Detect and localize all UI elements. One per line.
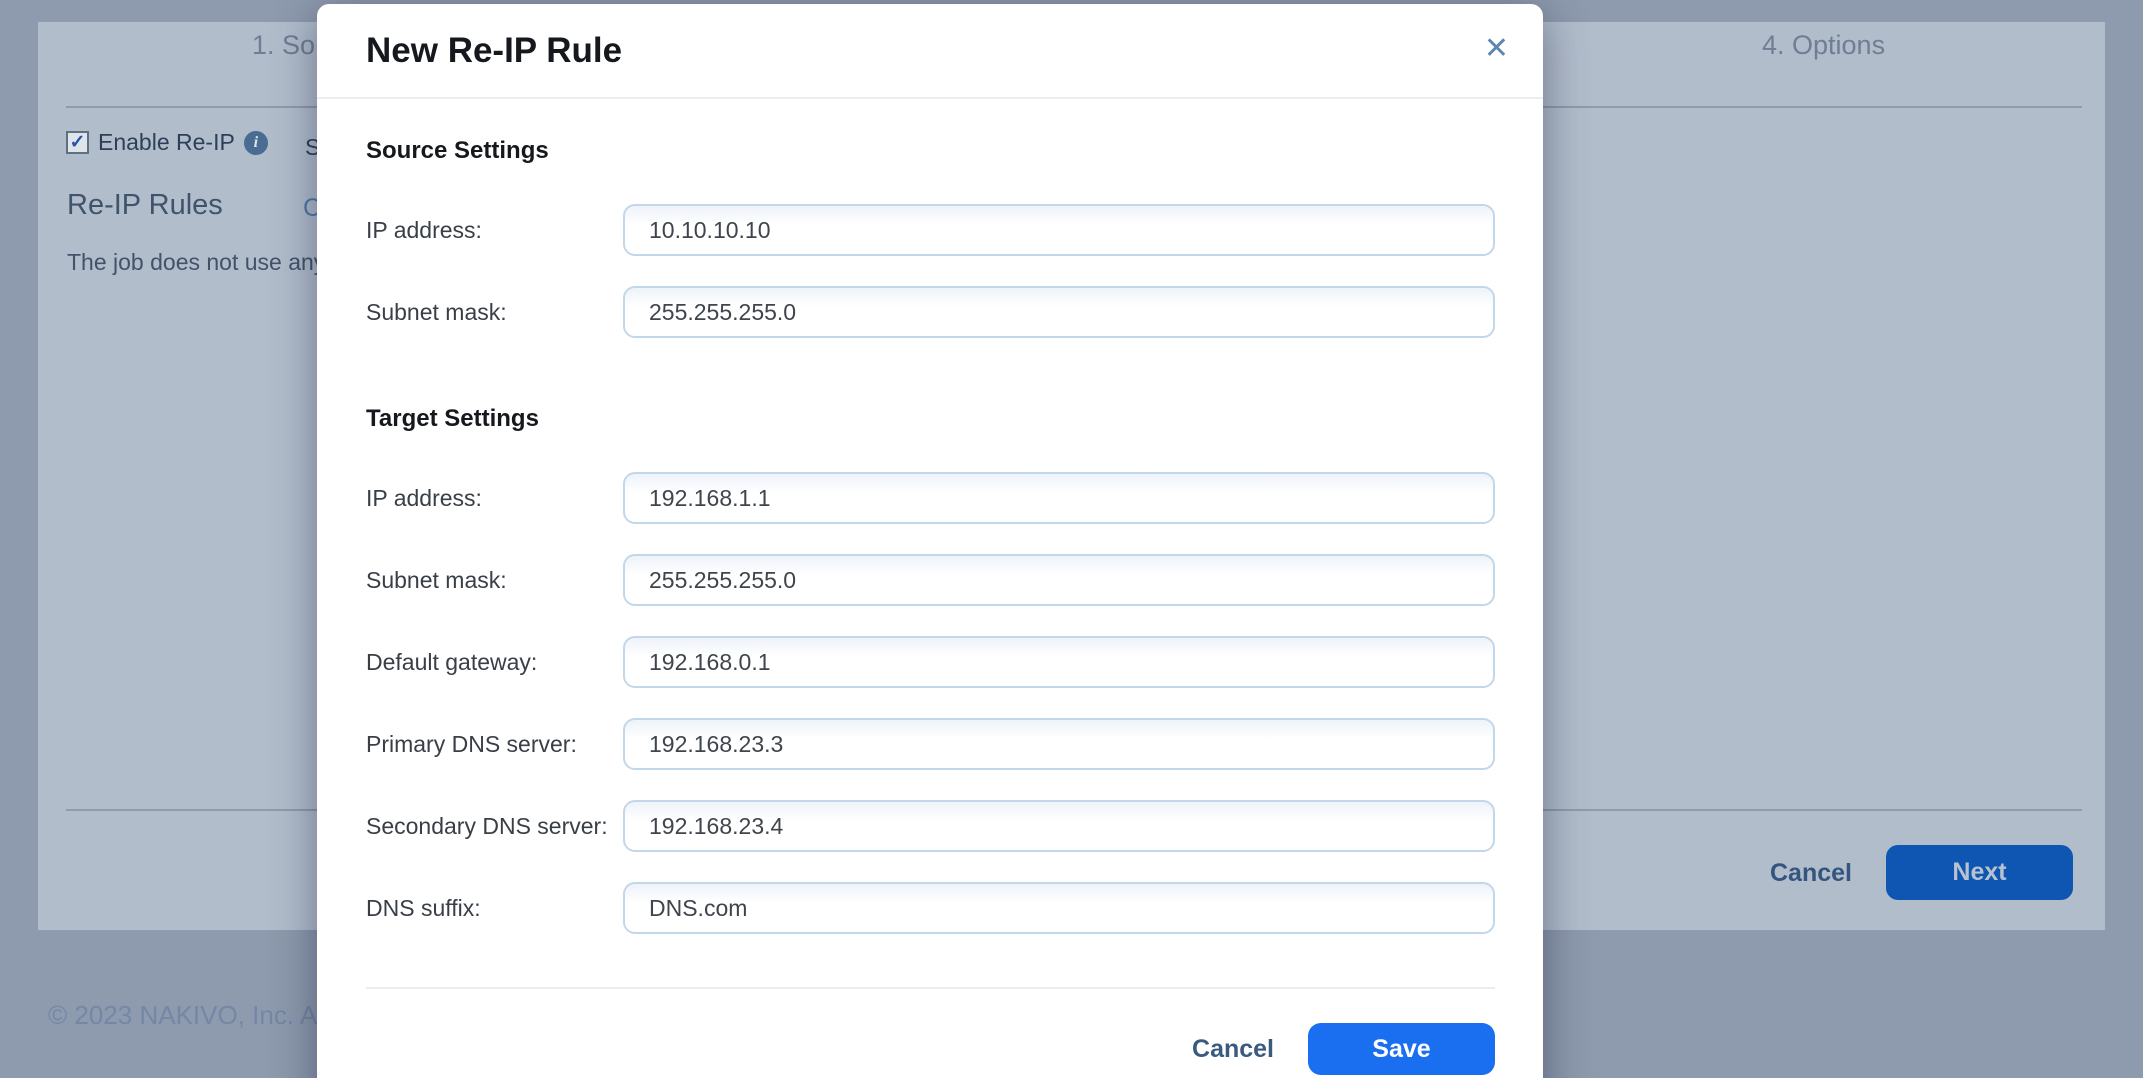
new-reip-rule-dialog: New Re-IP Rule ✕ Source Settings IP addr…	[317, 4, 1543, 1078]
wizard-cancel-button[interactable]: Cancel	[1770, 859, 1852, 888]
field-input[interactable]	[623, 554, 1495, 606]
form-field-row: Default gateway:	[366, 636, 1495, 688]
field-label: Primary DNS server:	[366, 731, 623, 758]
section-rows: IP address: Subnet mask: Default gateway…	[366, 472, 1495, 934]
no-rules-message: The job does not use any	[67, 249, 317, 276]
enable-reip-label: Enable Re-IP	[98, 129, 235, 156]
field-label: IP address:	[366, 217, 623, 244]
field-label: DNS suffix:	[366, 895, 623, 922]
section-title: Source Settings	[366, 138, 1495, 164]
field-input[interactable]	[623, 636, 1495, 688]
dialog-header: New Re-IP Rule ✕	[317, 4, 1543, 99]
form-section: Target Settings IP address: Subnet mask:…	[366, 406, 1495, 934]
copyright-text: © 2023 NAKIVO, Inc. All Ri	[48, 1000, 318, 1031]
field-label: IP address:	[366, 485, 623, 512]
form-field-row: Primary DNS server:	[366, 718, 1495, 770]
checkmark-icon: ✓	[70, 133, 86, 152]
field-label: Subnet mask:	[366, 567, 623, 594]
field-input[interactable]	[623, 882, 1495, 934]
section-rows: IP address: Subnet mask:	[366, 204, 1495, 338]
field-label: Default gateway:	[366, 649, 623, 676]
field-input[interactable]	[623, 718, 1495, 770]
info-icon[interactable]: i	[244, 131, 268, 155]
form-section: Source Settings IP address: Subnet mask:	[366, 138, 1495, 338]
enable-reip-row[interactable]: ✓ Enable Re-IP i	[66, 129, 268, 156]
dialog-save-button[interactable]: Save	[1308, 1023, 1495, 1075]
form-field-row: IP address:	[366, 204, 1495, 256]
dialog-body: Source Settings IP address: Subnet mask:…	[317, 138, 1543, 934]
close-icon[interactable]: ✕	[1480, 32, 1513, 66]
wizard-next-button[interactable]: Next	[1886, 845, 2073, 900]
wizard-step-4[interactable]: 4. Options	[1762, 30, 1885, 61]
dialog-cancel-button[interactable]: Cancel	[1182, 1035, 1284, 1064]
form-field-row: Secondary DNS server:	[366, 800, 1495, 852]
form-field-row: IP address:	[366, 472, 1495, 524]
form-field-row: Subnet mask:	[366, 286, 1495, 338]
wizard-step-1[interactable]: 1. So	[252, 30, 315, 61]
form-field-row: DNS suffix:	[366, 882, 1495, 934]
field-input[interactable]	[623, 286, 1495, 338]
section-title: Target Settings	[366, 406, 1495, 432]
dialog-footer: Cancel Save	[366, 987, 1495, 1075]
field-input[interactable]	[623, 800, 1495, 852]
field-label: Subnet mask:	[366, 299, 623, 326]
reip-rules-heading: Re-IP Rules	[67, 189, 223, 222]
form-field-row: Subnet mask:	[366, 554, 1495, 606]
field-input[interactable]	[623, 472, 1495, 524]
enable-reip-checkbox[interactable]: ✓	[66, 131, 89, 154]
field-label: Secondary DNS server:	[366, 813, 623, 840]
field-input[interactable]	[623, 204, 1495, 256]
dialog-title: New Re-IP Rule	[366, 32, 622, 70]
